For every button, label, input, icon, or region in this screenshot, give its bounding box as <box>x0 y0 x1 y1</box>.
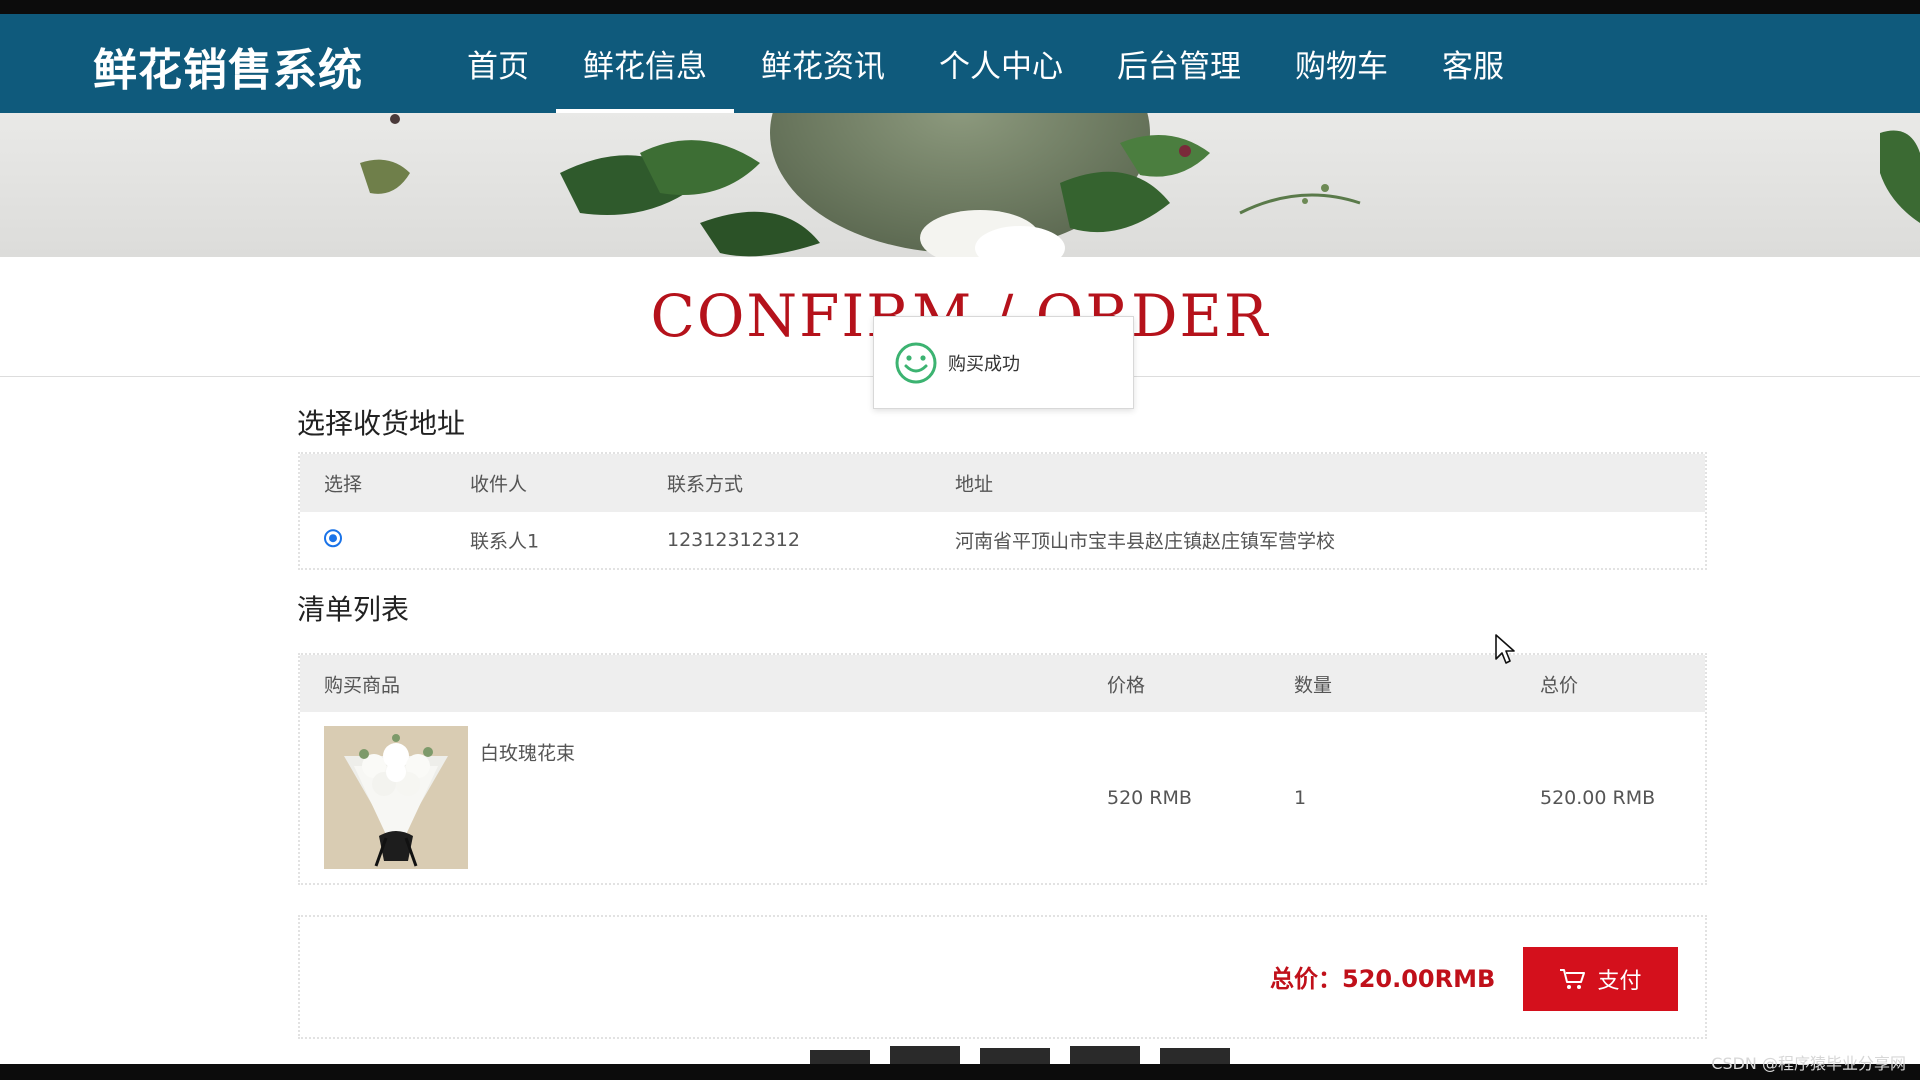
col-recipient: 收件人 <box>470 473 528 496</box>
col-quantity: 数量 <box>1294 674 1333 696</box>
banner-flowers-image <box>360 113 1920 257</box>
table-row: 白玫瑰花束 520 RMB 1 520.00 RMB <box>300 712 1705 883</box>
col-address: 地址 <box>955 473 994 496</box>
order-total: 总价：520.00RMB <box>1270 965 1496 993</box>
top-navbar: 鲜花销售系统 首页 鲜花信息 鲜花资讯 个人中心 后台管理 购物车 客服 <box>0 14 1920 113</box>
toast-message: 购买成功 <box>948 353 1020 375</box>
product-quantity: 1 <box>1294 786 1307 809</box>
order-summary: 总价：520.00RMB 支付 <box>298 915 1707 1039</box>
success-toast: 购买成功 <box>873 316 1134 409</box>
product-price: 520 RMB <box>1107 786 1192 809</box>
recipient-address: 河南省平顶山市宝丰县赵庄镇赵庄镇军营学校 <box>955 530 1336 553</box>
address-heading: 选择收货地址 <box>297 407 466 440</box>
letterbox-bottom <box>0 1064 1920 1080</box>
nav-flower-news[interactable]: 鲜花资讯 <box>734 14 912 113</box>
nav-customer-service[interactable]: 客服 <box>1415 14 1531 113</box>
product-name[interactable]: 白玫瑰花束 <box>480 739 575 766</box>
nav-flower-info[interactable]: 鲜花信息 <box>556 14 734 113</box>
pay-button[interactable]: 支付 <box>1523 947 1678 1011</box>
product-image[interactable] <box>324 726 468 869</box>
recipient-name: 联系人1 <box>470 530 540 553</box>
main-nav: 首页 鲜花信息 鲜花资讯 个人中心 后台管理 购物车 客服 <box>440 14 1531 113</box>
letterbox-top <box>0 0 1920 14</box>
address-radio[interactable] <box>324 529 342 548</box>
col-subtotal: 总价 <box>1540 674 1579 696</box>
col-product: 购买商品 <box>324 674 401 696</box>
bouquet-image <box>324 726 468 869</box>
mouse-cursor-icon <box>1495 634 1515 664</box>
watermark: CSDN @程序猿毕业分享网 <box>1711 1054 1906 1073</box>
col-contact: 联系方式 <box>667 473 744 496</box>
address-table-header: 选择 收件人 联系方式 地址 <box>300 454 1705 512</box>
brand-title: 鲜花销售系统 <box>93 45 363 96</box>
nav-personal-center[interactable]: 个人中心 <box>912 14 1090 113</box>
items-table: 购买商品 价格 数量 总价 白玫瑰花束 520 RMB 1 520.00 RMB <box>298 653 1707 885</box>
pay-label: 支付 <box>1597 969 1642 994</box>
col-price: 价格 <box>1107 674 1146 696</box>
address-table: 选择 收件人 联系方式 地址 联系人1 12312312312 河南省平顶山市宝… <box>298 452 1707 570</box>
smile-icon <box>895 342 937 383</box>
nav-cart[interactable]: 购物车 <box>1268 14 1415 113</box>
table-row[interactable]: 联系人1 12312312312 河南省平顶山市宝丰县赵庄镇赵庄镇军营学校 <box>300 512 1705 568</box>
hero-banner <box>0 113 1920 257</box>
cart-icon <box>1560 969 1586 989</box>
nav-admin[interactable]: 后台管理 <box>1090 14 1268 113</box>
nav-home[interactable]: 首页 <box>440 14 556 113</box>
product-subtotal: 520.00 RMB <box>1540 786 1656 809</box>
col-select: 选择 <box>324 473 363 496</box>
recipient-phone: 12312312312 <box>667 529 800 551</box>
items-heading: 清单列表 <box>297 593 410 626</box>
subtitle-fragment-graphic <box>810 1046 1230 1064</box>
